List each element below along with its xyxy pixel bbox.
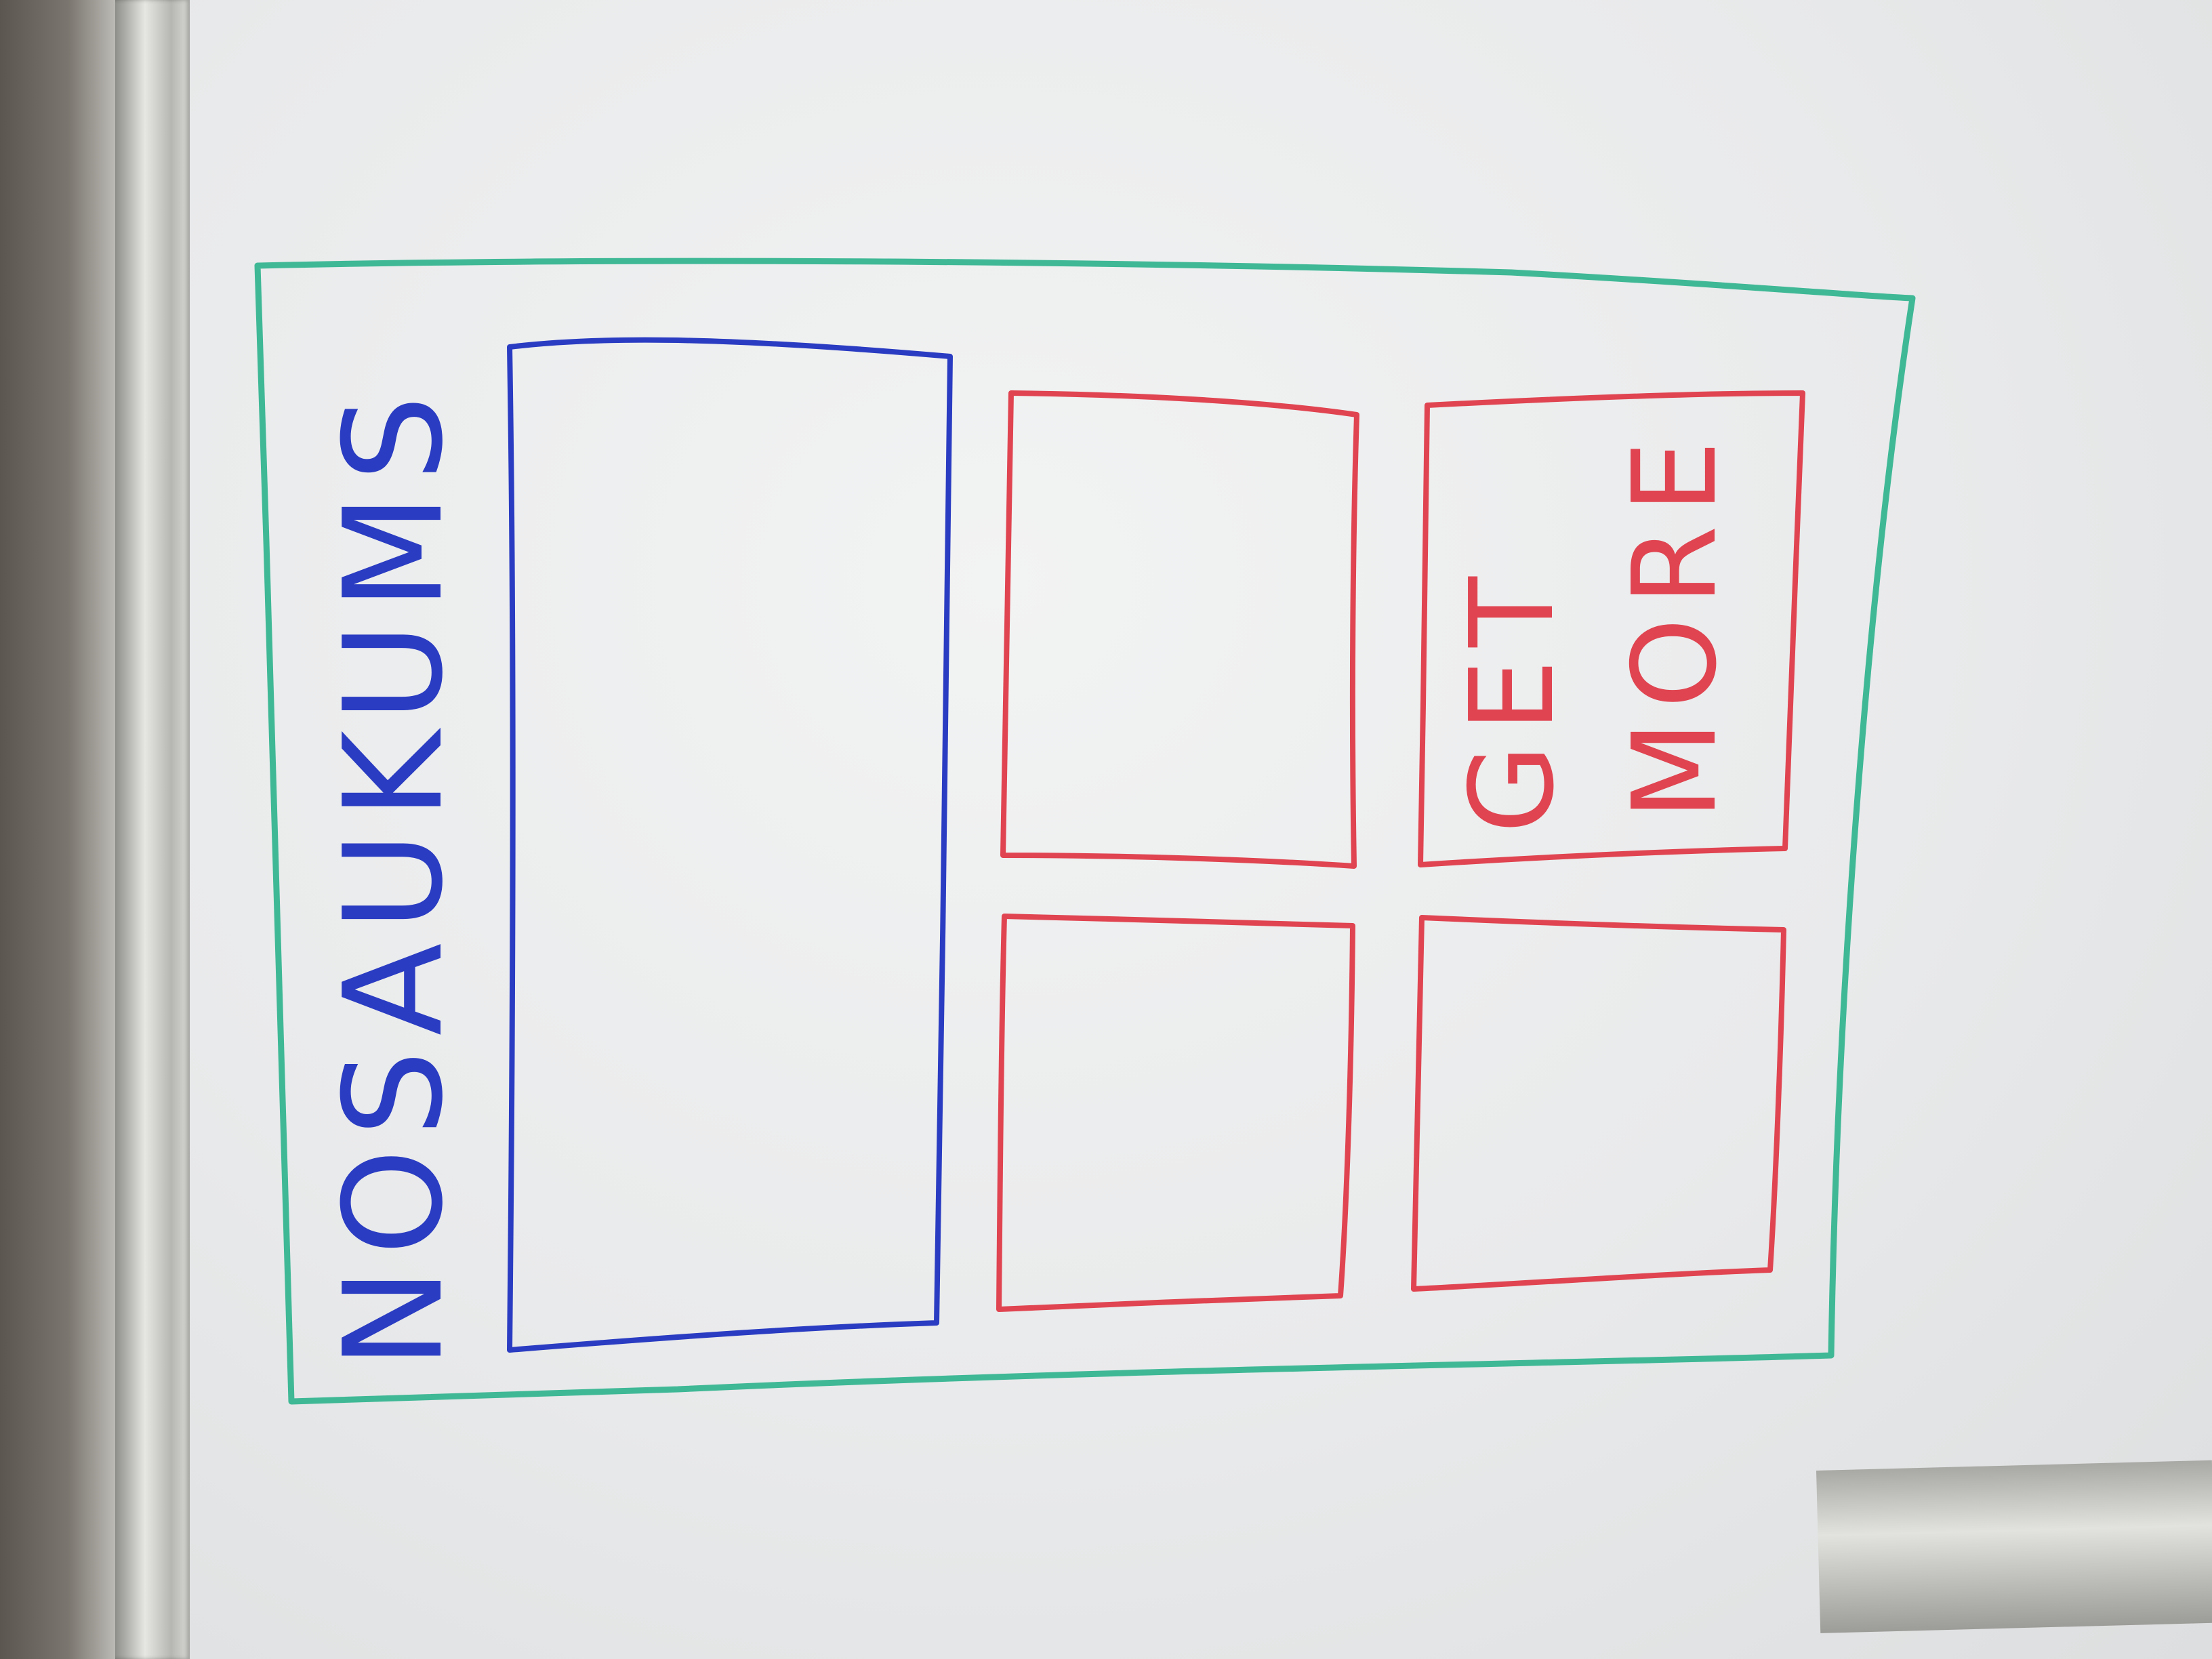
get-more-line2: MORE [1608,428,1742,820]
get-more-label: GET MORE [1446,428,1742,834]
hero-image-box [507,337,953,1353]
content-tile-2 [996,914,1355,1312]
content-tile-1 [1000,390,1359,869]
wireframe-sketch: NOSAUKUMS GET MORE [254,258,1916,1405]
content-tile-3 [1411,915,1786,1292]
get-more-line1: GET [1446,565,1580,834]
page-title-text: NOSAUKUMS [315,383,473,1369]
